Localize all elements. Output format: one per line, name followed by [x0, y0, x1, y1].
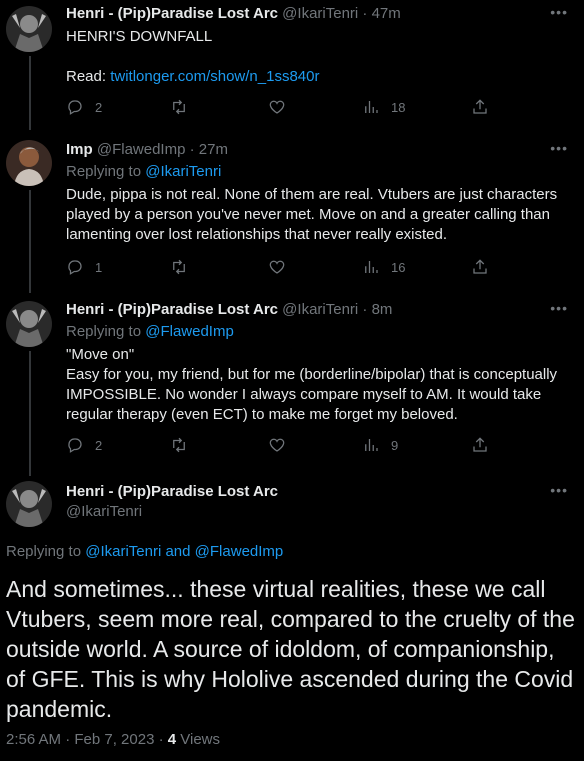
tweet-text: Dude, pippa is not real. None of them ar…: [66, 186, 558, 243]
share-icon: [473, 437, 487, 452]
separator: ·: [362, 5, 372, 22]
tweet-time[interactable]: 47m: [372, 5, 401, 22]
views-icon: [365, 101, 378, 113]
author-name[interactable]: Henri - (Pip)Paradise Lost Arc: [66, 482, 278, 502]
views-icon: [365, 439, 378, 451]
views-count: 9: [391, 437, 399, 453]
avatar[interactable]: [6, 481, 52, 527]
separator: ·: [362, 301, 372, 318]
more-icon[interactable]: •••: [550, 482, 568, 498]
like-icon: [269, 100, 285, 114]
views-count: 18: [391, 99, 406, 115]
thread-line: [29, 56, 31, 130]
tweet-text-line1: "Move on": [66, 346, 135, 363]
replying-label: Replying to: [66, 163, 146, 180]
thread-line: [29, 190, 31, 293]
author-handle[interactable]: @IkariTenri: [282, 301, 358, 318]
tweet-link[interactable]: twitlonger.com/show/n_1ss840r: [110, 68, 319, 85]
reply-icon: [68, 438, 82, 453]
like-icon: [269, 260, 285, 274]
tweet-2[interactable]: Imp @FlawedImp · 27m ••• Replying to @Ik…: [0, 130, 584, 293]
retweet-icon: [173, 437, 185, 453]
views-button[interactable]: 16: [362, 258, 405, 276]
tweet-text: Easy for you, my friend, but for me (bor…: [66, 366, 558, 423]
retweet-icon: [173, 99, 185, 115]
more-icon[interactable]: •••: [550, 300, 568, 316]
replying-to-link-2[interactable]: @FlawedImp: [195, 543, 284, 560]
more-icon[interactable]: •••: [550, 140, 568, 156]
avatar[interactable]: [6, 6, 52, 52]
share-icon: [473, 259, 487, 274]
reply-count: 2: [95, 99, 103, 115]
replying-to-link[interactable]: @IkariTenri: [145, 163, 221, 180]
reply-count: 2: [95, 437, 103, 453]
reply-button[interactable]: 2: [66, 98, 102, 116]
reply-count: 1: [95, 259, 103, 275]
replying-and: and: [161, 543, 195, 560]
retweet-button[interactable]: [170, 436, 188, 454]
share-button[interactable]: [471, 258, 489, 276]
reply-icon: [68, 100, 82, 115]
reply-button[interactable]: 2: [66, 436, 102, 454]
author-name[interactable]: Imp: [66, 141, 93, 158]
replying-to-link-1[interactable]: @IkariTenri: [85, 543, 161, 560]
author-name[interactable]: Henri - (Pip)Paradise Lost Arc: [66, 5, 278, 22]
views-count: 4: [167, 731, 177, 748]
avatar[interactable]: [6, 140, 52, 186]
tweet-time[interactable]: 27m: [199, 141, 228, 158]
like-icon: [269, 438, 285, 452]
replying-label: Replying to: [66, 323, 146, 340]
thread-line: [29, 351, 31, 476]
tweet-1[interactable]: Henri - (Pip)Paradise Lost Arc @IkariTen…: [0, 0, 584, 130]
views-icon: [365, 261, 378, 273]
read-label: Read:: [66, 68, 111, 85]
author-handle[interactable]: @IkariTenri: [66, 502, 278, 522]
views-count: 16: [391, 259, 406, 275]
share-button[interactable]: [471, 436, 489, 454]
like-button[interactable]: [268, 258, 286, 276]
separator: ·: [189, 141, 199, 158]
views-label: Views: [176, 731, 221, 748]
retweet-button[interactable]: [170, 98, 188, 116]
reply-button[interactable]: 1: [66, 258, 102, 276]
reply-icon: [68, 260, 82, 275]
replying-to-link[interactable]: @FlawedImp: [145, 323, 234, 340]
views-button[interactable]: 9: [362, 436, 398, 454]
more-icon[interactable]: •••: [550, 4, 568, 20]
tweet-meta: 2:56 AM · Feb 7, 2023 · 4 Views: [6, 731, 220, 748]
retweet-button[interactable]: [170, 258, 188, 276]
tweet-time[interactable]: 8m: [372, 301, 393, 318]
like-button[interactable]: [268, 98, 286, 116]
author-name[interactable]: Henri - (Pip)Paradise Lost Arc: [66, 301, 278, 318]
share-icon: [473, 99, 487, 114]
replying-label: Replying to: [6, 543, 86, 560]
main-tweet-text: And sometimes... these virtual realities…: [6, 576, 575, 722]
retweet-icon: [173, 259, 185, 275]
avatar[interactable]: [6, 301, 52, 347]
like-button[interactable]: [268, 436, 286, 454]
tweet-text: HENRI'S DOWNFALL: [66, 28, 213, 45]
views-button[interactable]: 18: [362, 98, 405, 116]
author-handle[interactable]: @FlawedImp: [97, 141, 186, 158]
share-button[interactable]: [471, 98, 489, 116]
author-handle[interactable]: @IkariTenri: [282, 5, 358, 22]
tweet-3[interactable]: Henri - (Pip)Paradise Lost Arc @IkariTen…: [0, 293, 584, 476]
timestamp[interactable]: 2:56 AM · Feb 7, 2023 ·: [6, 731, 168, 748]
